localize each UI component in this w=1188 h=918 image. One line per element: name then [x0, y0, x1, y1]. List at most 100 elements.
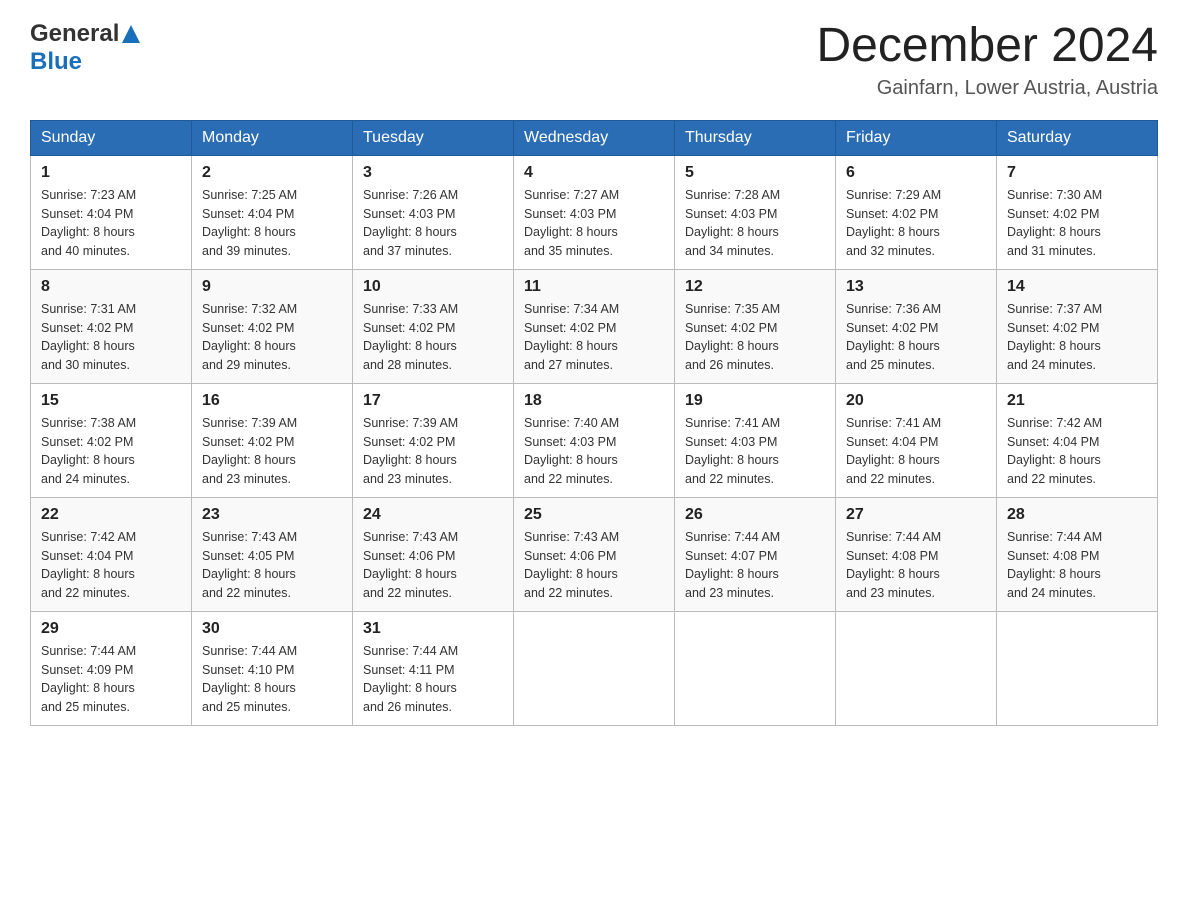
calendar-week-row: 8 Sunrise: 7:31 AMSunset: 4:02 PMDaylight… — [31, 269, 1158, 383]
table-row: 29 Sunrise: 7:44 AMSunset: 4:09 PMDayligh… — [31, 611, 192, 725]
table-row: 28Sunrise: 7:44 AMSunset: 4:08 PMDayligh… — [997, 497, 1158, 611]
col-friday: Friday — [836, 120, 997, 155]
table-row: 31 Sunrise: 7:44 AMSunset: 4:11 PMDayligh… — [353, 611, 514, 725]
day-info: Sunrise: 7:33 AMSunset: 4:02 PMDaylight:… — [363, 300, 503, 375]
day-info: Sunrise: 7:23 AMSunset: 4:04 PMDaylight:… — [41, 186, 181, 261]
logo-general: General — [30, 20, 119, 48]
calendar-week-row: 22 Sunrise: 7:42 AMSunset: 4:04 PMDayligh… — [31, 497, 1158, 611]
table-row: 11 Sunrise: 7:34 AMSunset: 4:02 PMDayligh… — [514, 269, 675, 383]
day-info: Sunrise: 7:28 AMSunset: 4:03 PMDaylight:… — [685, 186, 825, 261]
table-row: 27 Sunrise: 7:44 AMSunset: 4:08 PMDayligh… — [836, 497, 997, 611]
table-row: 17Sunrise: 7:39 AMSunset: 4:02 PMDayligh… — [353, 383, 514, 497]
table-row: 1 Sunrise: 7:23 AMSunset: 4:04 PMDaylight… — [31, 155, 192, 269]
table-row — [997, 611, 1158, 725]
day-number: 25 — [524, 506, 664, 524]
day-info: Sunrise: 7:44 AMSunset: 4:09 PMDaylight:… — [41, 642, 181, 717]
day-number: 24 — [363, 506, 503, 524]
table-row: 15 Sunrise: 7:38 AMSunset: 4:02 PMDayligh… — [31, 383, 192, 497]
day-info: Sunrise: 7:44 AMSunset: 4:10 PMDaylight:… — [202, 642, 342, 717]
day-info: Sunrise: 7:41 AMSunset: 4:03 PMDaylight:… — [685, 414, 825, 489]
month-title: December 2024 — [816, 20, 1158, 73]
location: Gainfarn, Lower Austria, Austria — [816, 77, 1158, 100]
day-number: 17 — [363, 392, 503, 410]
day-number: 5 — [685, 164, 825, 182]
day-info: Sunrise: 7:31 AMSunset: 4:02 PMDaylight:… — [41, 300, 181, 375]
day-number: 9 — [202, 278, 342, 296]
day-number: 19 — [685, 392, 825, 410]
day-info: Sunrise: 7:26 AMSunset: 4:03 PMDaylight:… — [363, 186, 503, 261]
col-wednesday: Wednesday — [514, 120, 675, 155]
day-number: 8 — [41, 278, 181, 296]
day-info: Sunrise: 7:44 AMSunset: 4:11 PMDaylight:… — [363, 642, 503, 717]
day-number: 6 — [846, 164, 986, 182]
title-block: December 2024 Gainfarn, Lower Austria, A… — [816, 20, 1158, 100]
table-row: 9Sunrise: 7:32 AMSunset: 4:02 PMDaylight… — [192, 269, 353, 383]
table-row: 26 Sunrise: 7:44 AMSunset: 4:07 PMDayligh… — [675, 497, 836, 611]
logo-blue: Blue — [30, 48, 82, 76]
day-info: Sunrise: 7:44 AMSunset: 4:07 PMDaylight:… — [685, 528, 825, 603]
table-row: 12Sunrise: 7:35 AMSunset: 4:02 PMDayligh… — [675, 269, 836, 383]
day-number: 16 — [202, 392, 342, 410]
col-thursday: Thursday — [675, 120, 836, 155]
day-info: Sunrise: 7:36 AMSunset: 4:02 PMDaylight:… — [846, 300, 986, 375]
day-number: 20 — [846, 392, 986, 410]
table-row: 19 Sunrise: 7:41 AMSunset: 4:03 PMDayligh… — [675, 383, 836, 497]
day-info: Sunrise: 7:43 AMSunset: 4:05 PMDaylight:… — [202, 528, 342, 603]
day-number: 26 — [685, 506, 825, 524]
col-sunday: Sunday — [31, 120, 192, 155]
table-row: 23 Sunrise: 7:43 AMSunset: 4:05 PMDayligh… — [192, 497, 353, 611]
day-number: 7 — [1007, 164, 1147, 182]
day-number: 13 — [846, 278, 986, 296]
day-number: 30 — [202, 620, 342, 638]
day-info: Sunrise: 7:37 AMSunset: 4:02 PMDaylight:… — [1007, 300, 1147, 375]
calendar-week-row: 29 Sunrise: 7:44 AMSunset: 4:09 PMDayligh… — [31, 611, 1158, 725]
day-info: Sunrise: 7:44 AMSunset: 4:08 PMDaylight:… — [846, 528, 986, 603]
col-monday: Monday — [192, 120, 353, 155]
logo-triangle-icon — [122, 25, 140, 43]
table-row: 16 Sunrise: 7:39 AMSunset: 4:02 PMDayligh… — [192, 383, 353, 497]
table-row: 2Sunrise: 7:25 AMSunset: 4:04 PMDaylight… — [192, 155, 353, 269]
day-info: Sunrise: 7:34 AMSunset: 4:02 PMDaylight:… — [524, 300, 664, 375]
day-info: Sunrise: 7:40 AMSunset: 4:03 PMDaylight:… — [524, 414, 664, 489]
table-row: 8 Sunrise: 7:31 AMSunset: 4:02 PMDaylight… — [31, 269, 192, 383]
day-info: Sunrise: 7:42 AMSunset: 4:04 PMDaylight:… — [1007, 414, 1147, 489]
day-number: 22 — [41, 506, 181, 524]
day-number: 3 — [363, 164, 503, 182]
table-row: 22 Sunrise: 7:42 AMSunset: 4:04 PMDayligh… — [31, 497, 192, 611]
table-row: 3 Sunrise: 7:26 AMSunset: 4:03 PMDaylight… — [353, 155, 514, 269]
day-number: 21 — [1007, 392, 1147, 410]
day-info: Sunrise: 7:41 AMSunset: 4:04 PMDaylight:… — [846, 414, 986, 489]
table-row: 25 Sunrise: 7:43 AMSunset: 4:06 PMDayligh… — [514, 497, 675, 611]
day-info: Sunrise: 7:29 AMSunset: 4:02 PMDaylight:… — [846, 186, 986, 261]
page-header: General Blue December 2024 Gainfarn, Low… — [30, 20, 1158, 100]
table-row: 10Sunrise: 7:33 AMSunset: 4:02 PMDayligh… — [353, 269, 514, 383]
day-number: 14 — [1007, 278, 1147, 296]
table-row: 30 Sunrise: 7:44 AMSunset: 4:10 PMDayligh… — [192, 611, 353, 725]
day-number: 12 — [685, 278, 825, 296]
day-number: 23 — [202, 506, 342, 524]
table-row: 4Sunrise: 7:27 AMSunset: 4:03 PMDaylight… — [514, 155, 675, 269]
day-number: 1 — [41, 164, 181, 182]
col-saturday: Saturday — [997, 120, 1158, 155]
day-number: 31 — [363, 620, 503, 638]
day-number: 2 — [202, 164, 342, 182]
table-row: 13 Sunrise: 7:36 AMSunset: 4:02 PMDayligh… — [836, 269, 997, 383]
day-number: 27 — [846, 506, 986, 524]
table-row: 24Sunrise: 7:43 AMSunset: 4:06 PMDayligh… — [353, 497, 514, 611]
table-row: 6 Sunrise: 7:29 AMSunset: 4:02 PMDaylight… — [836, 155, 997, 269]
day-info: Sunrise: 7:43 AMSunset: 4:06 PMDaylight:… — [524, 528, 664, 603]
day-info: Sunrise: 7:42 AMSunset: 4:04 PMDaylight:… — [41, 528, 181, 603]
day-info: Sunrise: 7:38 AMSunset: 4:02 PMDaylight:… — [41, 414, 181, 489]
day-info: Sunrise: 7:30 AMSunset: 4:02 PMDaylight:… — [1007, 186, 1147, 261]
table-row: 18 Sunrise: 7:40 AMSunset: 4:03 PMDayligh… — [514, 383, 675, 497]
day-number: 28 — [1007, 506, 1147, 524]
calendar-week-row: 15 Sunrise: 7:38 AMSunset: 4:02 PMDayligh… — [31, 383, 1158, 497]
day-info: Sunrise: 7:27 AMSunset: 4:03 PMDaylight:… — [524, 186, 664, 261]
day-number: 29 — [41, 620, 181, 638]
day-number: 15 — [41, 392, 181, 410]
day-info: Sunrise: 7:39 AMSunset: 4:02 PMDaylight:… — [202, 414, 342, 489]
table-row — [836, 611, 997, 725]
day-number: 18 — [524, 392, 664, 410]
col-tuesday: Tuesday — [353, 120, 514, 155]
day-number: 11 — [524, 278, 664, 296]
